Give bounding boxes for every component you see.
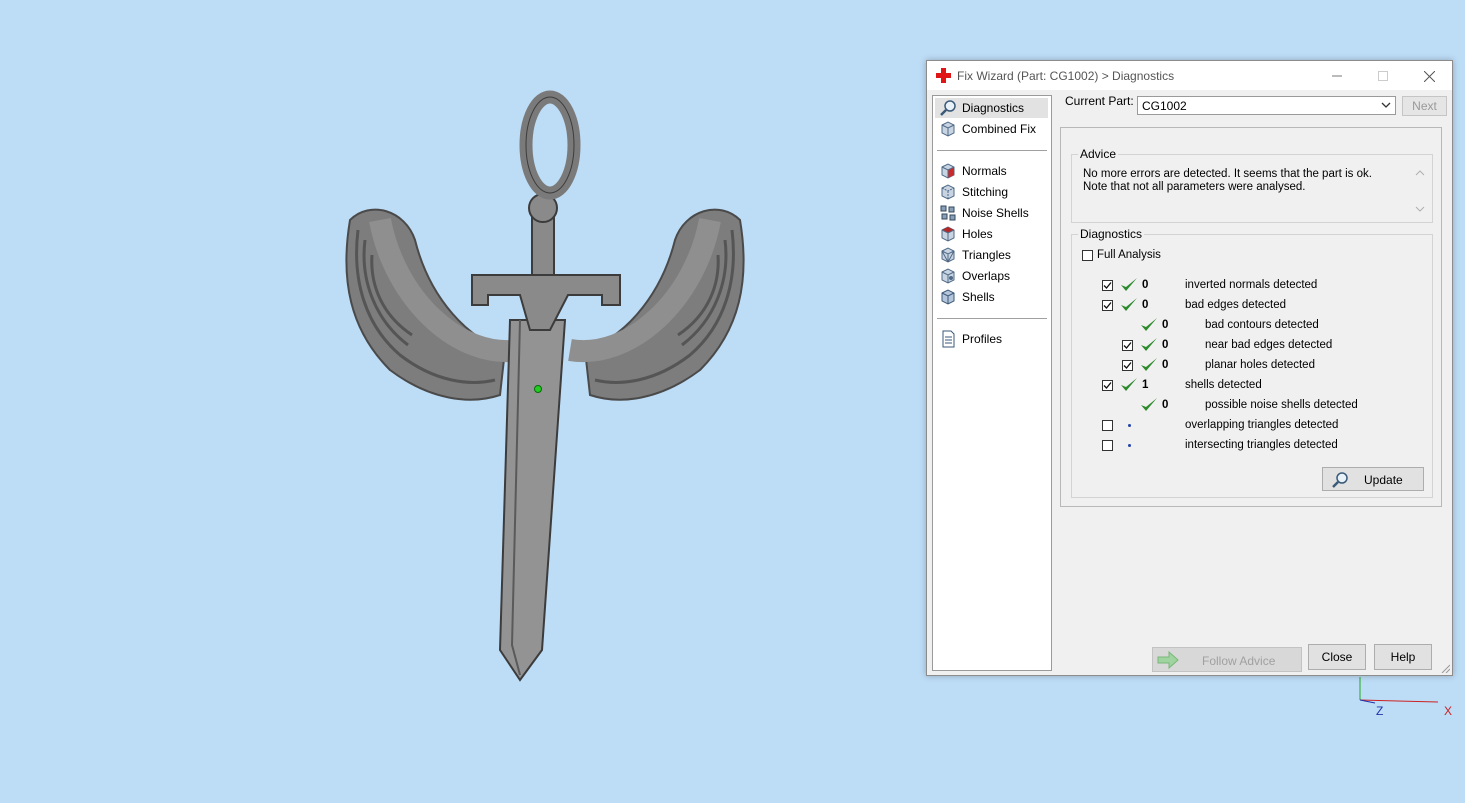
nav-item-profiles[interactable]: Profiles [935,329,1048,349]
label-near-bad-edges: near bad edges detected [1205,339,1333,351]
check-ok-icon [1141,318,1157,331]
holes-cube-icon [941,226,955,242]
nav-item-normals[interactable]: Normals [935,161,1048,181]
pending-dot-icon [1128,424,1131,427]
sword-wings-model[interactable] [320,90,770,690]
close-button[interactable]: Close [1308,644,1366,670]
bad-edges-checkbox[interactable] [1102,300,1113,311]
noise-shells-icon [940,205,956,221]
window-title: Fix Wizard (Part: CG1002) > Diagnostics [957,69,1175,83]
count-noise-shells: 0 [1162,399,1169,411]
arrow-right-icon [1157,651,1179,669]
count-shells: 1 [1142,379,1149,391]
label-bad-contours: bad contours detected [1205,319,1319,331]
axis-z-label: Z [1376,704,1384,718]
nav-item-overlaps[interactable]: Overlaps [935,266,1048,286]
label-intersecting-triangles: intersecting triangles detected [1185,439,1338,451]
full-analysis-checkbox[interactable] [1082,250,1093,261]
label-planar-holes: planar holes detected [1205,359,1315,371]
shells-cube-icon [941,289,955,305]
label-noise-shells: possible noise shells detected [1205,399,1358,411]
current-part-label: Current Part: [1065,94,1134,108]
check-ok-icon [1141,338,1157,351]
check-ok-icon [1141,358,1157,371]
near-bad-edges-checkbox[interactable] [1122,340,1133,351]
chevron-down-icon [1381,102,1391,108]
advice-group: Advice No more errors are detected. It s… [1071,147,1433,223]
check-ok-icon [1121,278,1137,291]
current-part-value: CG1002 [1142,99,1187,113]
advice-title: Advice [1078,147,1119,161]
update-button[interactable]: Update [1322,467,1424,491]
next-button[interactable]: Next [1402,96,1447,116]
count-inverted-normals: 0 [1142,279,1149,291]
count-bad-contours: 0 [1162,319,1169,331]
diagnostics-panel: Advice No more errors are detected. It s… [1060,127,1442,507]
label-inverted-normals: inverted normals detected [1185,279,1318,291]
planar-holes-checkbox[interactable] [1122,360,1133,371]
overlapping-triangles-checkbox[interactable] [1102,420,1113,431]
follow-advice-label: Follow Advice [1202,654,1276,668]
count-near-bad-edges: 0 [1162,339,1169,351]
stitching-cube-icon [941,184,955,200]
shells-checkbox[interactable] [1102,380,1113,391]
magnifier-icon [940,100,956,116]
count-bad-edges: 0 [1142,299,1149,311]
check-ok-icon [1121,298,1137,311]
resize-grip-icon[interactable] [1440,663,1450,673]
cube-icon [941,121,955,137]
nav-separator [937,150,1047,151]
fix-wizard-dialog: Fix Wizard (Part: CG1002) > Diagnostics … [926,60,1453,676]
overlaps-cube-icon [941,268,955,284]
inverted-normals-checkbox[interactable] [1102,280,1113,291]
maximize-icon [1378,71,1388,82]
intersecting-triangles-checkbox[interactable] [1102,440,1113,451]
follow-advice-button[interactable]: Follow Advice [1152,647,1302,672]
help-button[interactable]: Help [1374,644,1432,670]
pending-dot-icon [1128,444,1131,447]
nav-item-stitching[interactable]: Stitching [935,182,1048,202]
magnifier-icon [1332,472,1348,488]
minimize-icon [1332,75,1342,77]
triangles-cube-icon [941,247,955,263]
normals-cube-icon [941,163,955,179]
advice-text: No more errors are detected. It seems th… [1083,168,1372,193]
full-analysis-label: Full Analysis [1097,249,1161,261]
axis-triad: Z X [1350,672,1460,722]
diagnostics-group: Diagnostics Full Analysis 0 inverted nor… [1071,227,1433,498]
close-icon [1423,70,1435,83]
wizard-nav: Diagnostics Combined Fix Normals Stitchi… [932,95,1052,671]
nav-item-shells[interactable]: Shells [935,287,1048,307]
nav-item-diagnostics[interactable]: Diagnostics [935,98,1048,118]
nav-separator [937,318,1047,319]
check-ok-icon [1121,378,1137,391]
nav-item-combined-fix[interactable]: Combined Fix [935,119,1048,139]
nav-item-holes[interactable]: Holes [935,224,1048,244]
title-bar[interactable]: Fix Wizard (Part: CG1002) > Diagnostics [927,61,1452,90]
close-window-button[interactable] [1406,61,1452,90]
minimize-button[interactable] [1314,61,1360,90]
red-cross-icon [936,68,951,83]
document-icon [942,330,955,348]
axis-x-label: X [1444,704,1453,718]
current-part-select[interactable]: CG1002 [1137,96,1396,115]
nav-item-triangles[interactable]: Triangles [935,245,1048,265]
label-shells: shells detected [1185,379,1262,391]
count-planar-holes: 0 [1162,359,1169,371]
advice-scrollbar[interactable] [1414,167,1426,215]
check-ok-icon [1141,398,1157,411]
diagnostics-title: Diagnostics [1078,227,1145,241]
update-label: Update [1364,473,1403,487]
nav-item-noise-shells[interactable]: Noise Shells [935,203,1048,223]
label-bad-edges: bad edges detected [1185,299,1287,311]
label-overlapping-triangles: overlapping triangles detected [1185,419,1339,431]
maximize-button[interactable] [1360,61,1406,90]
